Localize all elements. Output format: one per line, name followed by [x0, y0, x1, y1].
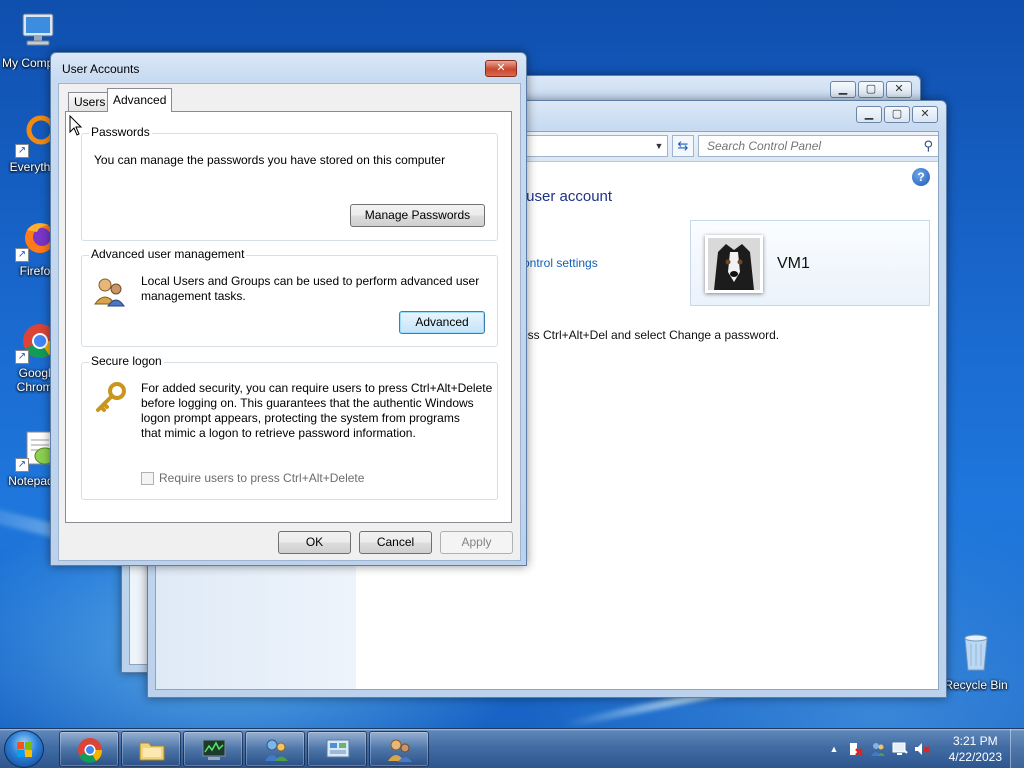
secure-logon-description-line2: before logging on. This guarantees that … [141, 396, 474, 410]
desktop-icon-label: Recycle Bin [944, 678, 1008, 692]
task-manager-icon [200, 737, 228, 763]
help-icon[interactable]: ? [912, 168, 930, 186]
shortcut-arrow-icon: ↗ [15, 458, 29, 472]
user-accounts-icon [386, 737, 414, 763]
chrome-icon [76, 737, 104, 763]
window-caption-buttons: ▁ ▢ ✕ [854, 106, 938, 123]
cancel-button[interactable]: Cancel [359, 531, 432, 554]
advanced-tab-panel: Passwords You can manage the passwords y… [65, 111, 512, 523]
recycle-bin-icon [953, 630, 999, 676]
network-tray-icon[interactable] [870, 741, 886, 757]
desktop-icon-recycle-bin[interactable]: Recycle Bin [938, 630, 1014, 692]
close-button[interactable]: ✕ [912, 106, 938, 123]
network-icon [262, 737, 290, 763]
computer-icon [15, 8, 61, 54]
search-input[interactable] [699, 136, 909, 156]
close-button[interactable]: ✕ [485, 60, 517, 77]
monitor-tray-icon[interactable] [892, 741, 908, 757]
group-label: Passwords [89, 125, 152, 139]
show-desktop-button[interactable] [1010, 729, 1024, 768]
user-account-control-link[interactable]: control settings [517, 256, 598, 270]
tab-advanced[interactable]: Advanced [107, 88, 173, 112]
taskbar-network[interactable] [245, 731, 305, 767]
require-ctrl-alt-delete-checkbox[interactable] [141, 471, 154, 485]
shortcut-arrow-icon: ↗ [15, 144, 29, 158]
start-button[interactable] [4, 730, 44, 768]
key-icon [92, 381, 128, 417]
system-clock[interactable]: 3:21 PM 4/22/2023 [949, 733, 1002, 765]
dialog-title: User Accounts [62, 62, 140, 76]
close-button[interactable]: ✕ [886, 81, 912, 98]
taskbar: ▲ 3:21 PM 4/22/2023 [0, 728, 1024, 768]
maximize-button[interactable]: ▢ [858, 81, 884, 98]
secure-logon-description-line4: that mimic a logon to retrieve password … [141, 426, 416, 440]
secure-logon-description-line3: logon prompt appears, protecting the sys… [141, 411, 460, 425]
shortcut-arrow-icon: ↗ [15, 350, 29, 364]
taskbar-file-explorer[interactable] [121, 731, 181, 767]
advanced-user-management-group: Advanced user management Local Users and… [81, 247, 498, 347]
user-card: VM1 [690, 220, 930, 306]
show-hidden-icons-icon[interactable]: ▲ [826, 741, 842, 757]
user-accounts-dialog[interactable]: User Accounts ✕ Users Advanced Passwords… [50, 52, 527, 566]
windows-logo-icon [17, 742, 33, 758]
taskbar-user-accounts[interactable] [369, 731, 429, 767]
mouse-cursor-icon [69, 115, 83, 136]
group-label: Secure logon [89, 354, 164, 368]
page-title: r user account [517, 188, 613, 205]
group-label: Advanced user management [89, 247, 247, 261]
secure-logon-group: Secure logon For added security, you can… [81, 354, 498, 500]
secure-logon-description-line1: For added security, you can require user… [141, 381, 493, 395]
refresh-icon[interactable]: ⇆ [672, 135, 694, 157]
apply-button[interactable]: Apply [440, 531, 513, 554]
advanced-mgmt-description-line2: management tasks. [141, 289, 246, 303]
system-tray: ▲ 3:21 PM 4/22/2023 [814, 729, 1024, 768]
checkbox-label: Require users to press Ctrl+Alt+Delete [159, 471, 365, 485]
search-box[interactable]: ⚲ [698, 135, 938, 157]
search-icon[interactable]: ⚲ [923, 138, 933, 154]
advanced-mgmt-description-line1: Local Users and Groups can be used to pe… [141, 274, 480, 288]
chevron-down-icon[interactable]: ▼ [651, 136, 667, 156]
require-ctrl-alt-delete-row[interactable]: Require users to press Ctrl+Alt+Delete [141, 471, 364, 485]
taskbar-chrome[interactable] [59, 731, 119, 767]
users-icon [92, 274, 128, 310]
volume-muted-icon[interactable] [914, 741, 930, 757]
clock-time: 3:21 PM [952, 734, 998, 748]
manage-passwords-button[interactable]: Manage Passwords [350, 204, 485, 227]
avatar[interactable] [705, 235, 763, 293]
maximize-button[interactable]: ▢ [884, 106, 910, 123]
user-name: VM1 [777, 255, 810, 272]
taskbar-control-panel[interactable] [307, 731, 367, 767]
change-password-note: ress Ctrl+Alt+Del and select Change a pa… [517, 328, 780, 342]
ok-button[interactable]: OK [278, 531, 351, 554]
action-center-icon[interactable] [848, 741, 864, 757]
passwords-description: You can manage the passwords you have st… [94, 153, 446, 167]
taskbar-task-manager[interactable] [183, 731, 243, 767]
desktop: My Computer ↗ Everything ↗ Firefox ↗ Goo… [0, 0, 1024, 728]
passwords-group: Passwords You can manage the passwords y… [81, 125, 498, 241]
dialog-body: Users Advanced Passwords You can manage … [58, 83, 521, 561]
file-explorer-icon [138, 737, 166, 763]
shortcut-arrow-icon: ↗ [15, 248, 29, 262]
clock-date: 4/22/2023 [948, 750, 1002, 764]
minimize-button[interactable]: ▁ [856, 106, 882, 123]
tab-users[interactable]: Users [68, 92, 112, 111]
minimize-button[interactable]: ▁ [830, 81, 856, 98]
control-panel-icon [324, 737, 352, 763]
window-caption-buttons: ▁ ▢ ✕ [828, 81, 912, 98]
advanced-button[interactable]: Advanced [399, 311, 485, 334]
